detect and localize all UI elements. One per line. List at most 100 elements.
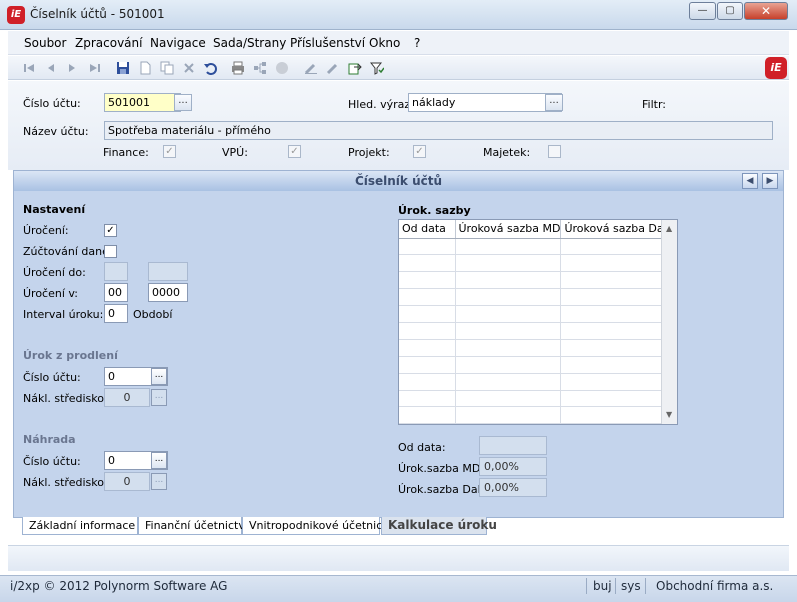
flag-majetek-checkbox[interactable] <box>548 145 561 158</box>
sazby-heading: Úrok. sazby <box>398 204 471 217</box>
last-icon[interactable] <box>86 59 104 77</box>
tab-zakladni-informace[interactable]: Základní informace <box>22 517 138 535</box>
tree-icon[interactable] <box>251 59 269 77</box>
table-row[interactable] <box>399 271 668 290</box>
grid-scrollbar[interactable]: ▲ ▼ <box>661 220 677 424</box>
sazba-dal-field: 0,00% <box>479 478 547 497</box>
scroll-up-icon[interactable]: ▲ <box>666 224 672 233</box>
nastaveni-heading: Nastavení <box>23 203 86 216</box>
copy-icon[interactable] <box>158 59 176 77</box>
search-label: Hled. výraz: <box>348 98 414 111</box>
table-row[interactable] <box>399 373 668 391</box>
search-input[interactable]: náklady <box>408 93 562 112</box>
status-separator <box>586 578 587 594</box>
print-icon[interactable] <box>229 59 247 77</box>
table-row[interactable] <box>399 322 668 340</box>
uroceni-do-field2 <box>148 262 188 281</box>
nahrada-heading: Náhrada <box>23 433 76 446</box>
menu-soubor[interactable]: Soubor <box>24 36 66 50</box>
next-icon[interactable] <box>63 59 81 77</box>
uroceni-checkbox[interactable]: ✓ <box>104 224 117 237</box>
disabled-circle-icon[interactable] <box>273 59 291 77</box>
title-bar: iE Číselník účtů - 501001 — ▢ ✕ <box>0 0 797 30</box>
close-button[interactable]: ✕ <box>744 2 788 20</box>
edit-icon[interactable] <box>302 59 320 77</box>
table-row[interactable] <box>399 254 668 273</box>
table-row[interactable] <box>399 339 668 357</box>
nahrada-cislo-lookup-button[interactable]: ... <box>151 452 167 469</box>
tab-kalkulace-uroku[interactable]: Kalkulace úroku <box>381 517 497 535</box>
account-no-input[interactable]: 501001 <box>104 93 181 112</box>
menu-okno[interactable]: Okno <box>369 36 400 50</box>
sazba-md-label: Úrok.sazba MD: <box>398 462 485 475</box>
status-company: Obchodní firma a.s. <box>656 579 774 593</box>
nahrada-stredisko-label: Nákl. středisko: <box>23 476 108 489</box>
grid-header-od-data[interactable]: Od data <box>399 220 456 239</box>
account-name-field: Spotřeba materiálu - přímého <box>104 121 773 140</box>
od-data-field <box>479 436 547 455</box>
table-row[interactable] <box>399 305 668 323</box>
window-title: Číselník účtů - 501001 <box>30 7 165 21</box>
tab-vnitropodnikove-ucetnictvi[interactable]: Vnitropodnikové účetnictví <box>242 517 396 535</box>
menu-prislusenstvi[interactable]: Příslušenství <box>290 36 365 50</box>
nahrada-stredisko-field: 0 <box>104 472 150 491</box>
tab-financni-ucetnictvi[interactable]: Finanční účetnictví <box>138 517 248 535</box>
flag-finance-checkbox[interactable]: ✓ <box>163 145 176 158</box>
search-lookup-button[interactable]: ... <box>545 94 563 111</box>
prodleni-stredisko-lookup-button[interactable]: ... <box>151 389 167 406</box>
bottom-toolbar <box>8 545 789 571</box>
prev-icon[interactable] <box>42 59 60 77</box>
status-bar: i/2xp © 2012 Polynorm Software AG buj sy… <box>0 575 797 602</box>
toolbar <box>8 56 789 80</box>
table-row[interactable] <box>399 390 668 408</box>
uroceni-label: Úročení: <box>23 224 69 237</box>
grid-header-sazba-md[interactable]: Úroková sazba MD <box>455 220 562 239</box>
scroll-down-icon[interactable]: ▼ <box>666 410 672 419</box>
maximize-button[interactable]: ▢ <box>717 2 743 20</box>
zuctovani-checkbox[interactable] <box>104 245 117 258</box>
table-row[interactable] <box>399 288 668 307</box>
uroceni-v-input2[interactable]: 0000 <box>148 283 188 302</box>
account-no-lookup-button[interactable]: ... <box>174 94 192 111</box>
flag-projekt-checkbox[interactable]: ✓ <box>413 145 426 158</box>
interval-input[interactable]: 0 <box>104 304 128 323</box>
status-separator <box>615 578 616 594</box>
prodleni-cislo-lookup-button[interactable]: ... <box>151 368 167 385</box>
panel-prev-button[interactable]: ◀ <box>742 173 758 189</box>
save-icon[interactable] <box>114 59 132 77</box>
status-separator <box>645 578 646 594</box>
prodleni-stredisko-label: Nákl. středisko: <box>23 392 108 405</box>
uroceni-v-label: Úročení v: <box>23 287 79 300</box>
sazby-grid[interactable]: Od data Úroková sazba MD Úroková sazba D… <box>398 219 678 425</box>
export-icon[interactable] <box>346 59 364 77</box>
first-icon[interactable] <box>20 59 38 77</box>
new-icon[interactable] <box>136 59 154 77</box>
uroceni-v-input1[interactable]: 00 <box>104 283 128 302</box>
grid-header-sazba-dal[interactable]: Úroková sazba Dal <box>560 220 668 239</box>
minimize-button[interactable]: — <box>689 2 716 20</box>
filter-icon[interactable] <box>368 59 386 77</box>
menu-zpracovani[interactable]: Zpracování <box>75 36 142 50</box>
interval-label: Interval úroku: <box>23 308 104 321</box>
undo-icon[interactable] <box>201 59 219 77</box>
table-row[interactable] <box>399 238 668 256</box>
account-no-label: Číslo účtu: <box>23 97 81 110</box>
menu-sada-strany[interactable]: Sada/Strany <box>213 36 286 50</box>
od-data-label: Od data: <box>398 441 446 454</box>
menu-navigace[interactable]: Navigace <box>150 36 206 50</box>
flag-vpu-label: VPÚ: <box>222 146 248 159</box>
prodleni-cislo-label: Číslo účtu: <box>23 371 81 384</box>
nahrada-stredisko-lookup-button[interactable]: ... <box>151 473 167 490</box>
uroceni-do-field1 <box>104 262 128 281</box>
account-name-label: Název účtu: <box>23 125 89 138</box>
table-row[interactable] <box>399 406 668 425</box>
panel-next-button[interactable]: ▶ <box>762 173 778 189</box>
flag-vpu-checkbox[interactable]: ✓ <box>288 145 301 158</box>
menu-help[interactable]: ? <box>414 36 420 50</box>
flag-majetek-label: Majetek: <box>483 146 531 159</box>
sazba-dal-label: Úrok.sazba Dal: <box>398 483 485 496</box>
delete-icon[interactable] <box>180 59 198 77</box>
copyright-text: i/2xp © 2012 Polynorm Software AG <box>10 579 228 593</box>
table-row[interactable] <box>399 356 668 374</box>
edit2-icon[interactable] <box>324 59 342 77</box>
